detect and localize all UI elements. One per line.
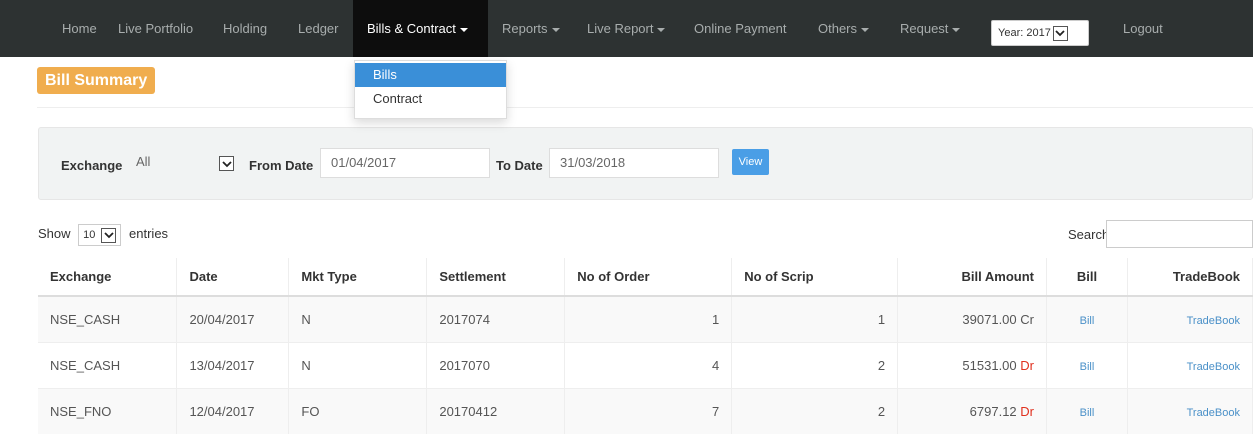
show-label: Show — [38, 226, 71, 241]
caret-down-icon — [459, 27, 468, 32]
bill-link[interactable]: Bill — [1080, 315, 1095, 327]
amount-type-dr: Dr — [1020, 357, 1034, 373]
cell-date: 12/04/2017 — [176, 387, 290, 434]
tradebook-link[interactable]: TradeBook — [1187, 407, 1240, 419]
nav-reports[interactable]: Reports — [502, 0, 560, 57]
cell-bill-amount: 6797.12 Dr — [897, 387, 1047, 434]
year-select-value: Year: 2017 — [998, 27, 1051, 39]
bill-table: Exchange Date Mkt Type Settlement No of … — [38, 258, 1253, 434]
cell-tradebook: TradeBook — [1127, 295, 1253, 342]
col-header-tradebook[interactable]: TradeBook — [1127, 258, 1253, 297]
nav-logout[interactable]: Logout — [1123, 0, 1163, 57]
view-button[interactable]: View — [732, 149, 769, 175]
col-header-no-of-scrip[interactable]: No of Scrip — [731, 258, 899, 297]
exchange-label: Exchange — [61, 158, 123, 173]
caret-down-icon — [952, 27, 961, 32]
nav-live-report-label: Live Report — [587, 21, 654, 36]
amount-type-dr: Dr — [1020, 403, 1034, 419]
table-header-row: Exchange Date Mkt Type Settlement No of … — [38, 258, 1253, 297]
amount-type-cr: Cr — [1020, 311, 1034, 327]
cell-mkt-type: N — [288, 295, 428, 342]
cell-date: 20/04/2017 — [176, 295, 290, 342]
bill-link[interactable]: Bill — [1080, 407, 1095, 419]
chevron-down-icon — [101, 227, 117, 243]
col-header-mkt-type[interactable]: Mkt Type — [288, 258, 428, 297]
table-row: NSE_CASH 13/04/2017 N 2017070 4 2 51531.… — [38, 341, 1253, 388]
cell-bill-amount: 39071.00 Cr — [897, 295, 1047, 342]
exchange-select-value: All — [136, 154, 151, 169]
dropdown-item-contract[interactable]: Contract — [355, 87, 506, 111]
nav-ledger[interactable]: Ledger — [298, 0, 338, 57]
cell-bill: Bill — [1046, 295, 1128, 342]
cell-exchange: NSE_CASH — [38, 295, 178, 342]
cell-mkt-type: FO — [288, 387, 428, 434]
tradebook-link[interactable]: TradeBook — [1187, 315, 1240, 327]
dropdown-item-bills[interactable]: Bills — [355, 63, 506, 87]
show-entries: Show 10 entries — [38, 224, 168, 246]
cell-settlement: 20170412 — [426, 387, 566, 434]
amount-value: 51531.00 — [962, 357, 1017, 373]
year-select[interactable]: Year: 2017 — [991, 20, 1089, 46]
amount-value: 6797.12 — [969, 403, 1017, 419]
nav-live-portfolio[interactable]: Live Portfolio — [118, 0, 193, 57]
to-date-input[interactable]: 31/03/2018 — [549, 148, 719, 178]
chevron-down-icon[interactable] — [219, 156, 234, 171]
entries-select-value: 10 — [83, 229, 96, 241]
entries-label: entries — [129, 226, 169, 241]
caret-down-icon — [861, 27, 870, 32]
chevron-down-icon — [1052, 25, 1068, 41]
table-row: NSE_FNO 12/04/2017 FO 20170412 7 2 6797.… — [38, 387, 1253, 434]
top-navbar: Home Live Portfolio Holding Ledger Bills… — [0, 0, 1253, 57]
caret-down-icon — [657, 27, 666, 32]
col-header-bill[interactable]: Bill — [1046, 258, 1128, 297]
bill-link[interactable]: Bill — [1080, 361, 1095, 373]
filter-panel: Exchange All From Date 01/04/2017 To Dat… — [38, 127, 1253, 200]
nav-reports-label: Reports — [502, 21, 548, 36]
amount-value: 39071.00 — [962, 311, 1017, 327]
col-header-date[interactable]: Date — [176, 258, 290, 297]
caret-down-icon — [551, 27, 560, 32]
nav-request[interactable]: Request — [900, 0, 961, 57]
cell-tradebook: TradeBook — [1127, 341, 1253, 388]
nav-live-report[interactable]: Live Report — [587, 0, 666, 57]
bills-contract-dropdown: Bills Contract — [354, 60, 507, 119]
cell-exchange: NSE_FNO — [38, 387, 178, 434]
entries-select[interactable]: 10 — [78, 224, 122, 246]
cell-bill: Bill — [1046, 387, 1128, 434]
cell-no-of-scrip: 2 — [731, 387, 899, 434]
cell-exchange: NSE_CASH — [38, 341, 178, 388]
col-header-exchange[interactable]: Exchange — [38, 258, 178, 297]
cell-no-of-scrip: 2 — [731, 341, 899, 388]
nav-online-payment[interactable]: Online Payment — [694, 0, 787, 57]
cell-settlement: 2017074 — [426, 295, 566, 342]
nav-bills-contract[interactable]: Bills & Contract — [353, 0, 488, 57]
nav-holding[interactable]: Holding — [223, 0, 267, 57]
col-header-settlement[interactable]: Settlement — [426, 258, 566, 297]
cell-bill: Bill — [1046, 341, 1128, 388]
cell-tradebook: TradeBook — [1127, 387, 1253, 434]
cell-no-of-order: 4 — [564, 341, 733, 388]
from-date-input[interactable]: 01/04/2017 — [320, 148, 490, 178]
cell-no-of-order: 7 — [564, 387, 733, 434]
cell-bill-amount: 51531.00 Dr — [897, 341, 1047, 388]
cell-no-of-order: 1 — [564, 295, 733, 342]
nav-home[interactable]: Home — [62, 0, 97, 57]
nav-others-label: Others — [818, 21, 858, 36]
nav-request-label: Request — [900, 21, 949, 36]
divider — [37, 107, 1253, 108]
page-title: Bill Summary — [37, 67, 156, 94]
cell-settlement: 2017070 — [426, 341, 566, 388]
col-header-bill-amount[interactable]: Bill Amount — [897, 258, 1047, 297]
cell-mkt-type: N — [288, 341, 428, 388]
nav-others[interactable]: Others — [818, 0, 870, 57]
cell-date: 13/04/2017 — [176, 341, 290, 388]
from-date-label: From Date — [249, 158, 314, 173]
col-header-no-of-order[interactable]: No of Order — [564, 258, 733, 297]
to-date-label: To Date — [496, 158, 543, 173]
nav-bills-contract-label: Bills & Contract — [367, 21, 456, 36]
tradebook-link[interactable]: TradeBook — [1187, 361, 1240, 373]
search-input[interactable] — [1106, 220, 1253, 248]
cell-no-of-scrip: 1 — [731, 295, 899, 342]
table-row: NSE_CASH 20/04/2017 N 2017074 1 1 39071.… — [38, 295, 1253, 342]
